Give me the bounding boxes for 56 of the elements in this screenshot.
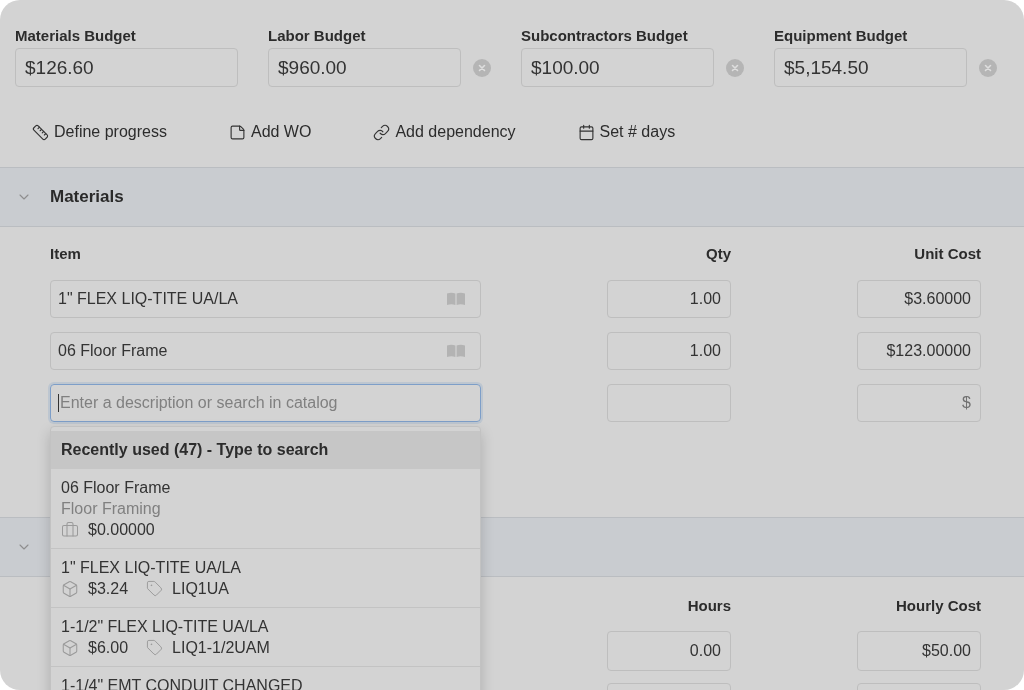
budget-field[interactable]: $960.00 [268,48,461,87]
field-label: Subcontractors Budget [521,26,689,46]
field-label: Labor Budget [268,26,367,46]
budget-field[interactable]: $100.00 [521,48,714,87]
column-header: Unit Cost [914,244,981,264]
hourly-cost-field[interactable]: $50.00 [857,631,981,671]
qty-field[interactable]: 1.00 [607,280,731,318]
clear-icon[interactable] [473,58,491,77]
sticky-note-icon [228,123,246,141]
section-title: Materials [50,186,124,209]
dropdown-header-text: Recently used (47) - Type to search [61,440,329,460]
field-label: Materials Budget [15,26,137,46]
item-name: 06 Floor Frame [61,478,172,498]
menu-item[interactable]: 06 Floor Frame Floor Framing $0.00000 [51,469,480,549]
budget-field[interactable]: $5,154.50 [774,48,967,87]
clear-icon[interactable] [726,58,744,77]
column-header: Qty [706,244,731,264]
item-price: $3.24 [88,579,129,599]
menu-item[interactable]: 1-1/2" FLEX LIQ-TITE UA/LA $6.00 LIQ1-1/2UAM [51,608,480,667]
item-name: 1-1/2" FLEX LIQ-TITE UA/LA [61,617,270,637]
calendar-icon [577,123,595,141]
item-code: LIQ1-1/2UAM [172,638,270,658]
cube-icon [61,638,79,657]
column-header: Hourly Cost [896,596,981,616]
item-search-field[interactable]: Enter a description or search in catalog [50,384,481,422]
budget-field[interactable]: $126.60 [15,48,238,87]
field-label: Equipment Budget [774,26,909,46]
book-icon[interactable] [447,344,465,357]
item-price: $6.00 [88,638,129,658]
qty-field[interactable]: 1.00 [607,332,731,370]
item-field[interactable]: 1" FLEX LIQ-TITE UA/LA [50,280,481,318]
clear-icon[interactable] [979,58,997,77]
text-cursor-icon [58,394,59,412]
action-button[interactable]: Define progress [54,120,167,144]
tag-icon [146,580,164,597]
column-header: Item [50,244,82,264]
item-code: LIQ1UA [172,579,229,599]
unit-cost-field[interactable]: $3.60000 [857,280,981,318]
ruler-icon [32,123,49,141]
briefcase-icon [61,520,79,539]
action-button[interactable]: Add WO [250,120,312,144]
tag-icon [146,639,164,656]
column-header: Hours [687,596,731,616]
book-icon[interactable] [447,292,465,305]
item-name: 1" FLEX LIQ-TITE UA/LA [61,558,242,578]
item-field[interactable]: 06 Floor Frame [50,332,481,370]
unit-cost-field[interactable]: $ [857,384,981,422]
action-button[interactable]: Add dependency [395,120,516,144]
hours-field[interactable]: 0.00 [607,631,731,671]
cube-icon [61,579,79,598]
action-button[interactable]: Set # days [599,120,676,144]
unit-cost-field[interactable]: $123.00000 [857,332,981,370]
link-icon [373,123,391,141]
menu-item[interactable]: 1" FLEX LIQ-TITE UA/LA $3.24 LIQ1UA [51,549,480,608]
item-price: $0.00000 [88,520,155,540]
item-description: Floor Framing [61,499,162,519]
